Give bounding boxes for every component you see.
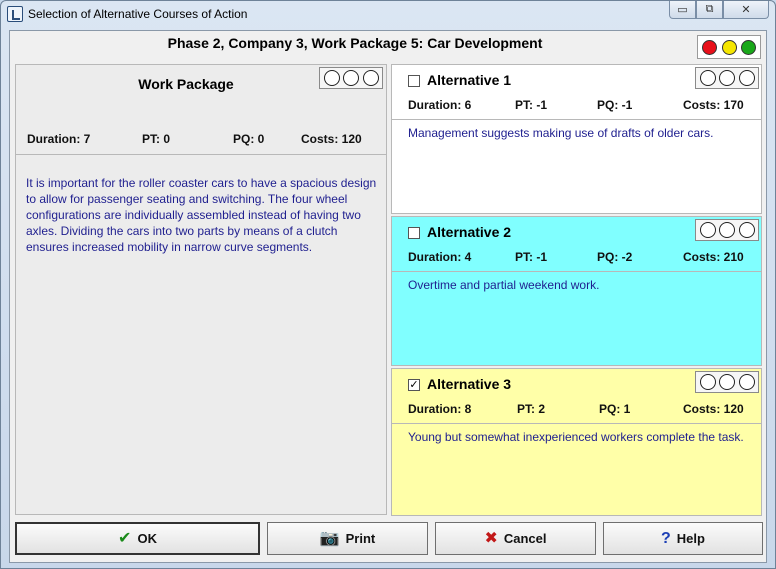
work-package-pq: PQ: 0: [233, 132, 265, 146]
alternative-1-panel[interactable]: Alternative 1 Duration: 6 PT: -1 PQ: -1 …: [391, 64, 762, 214]
alternative-header: ✓ Alternative 3 Duration: 8 PT: 2 PQ: 1 …: [392, 369, 761, 424]
maximize-button[interactable]: ⧉: [696, 1, 723, 19]
alternative-pt: PT: -1: [515, 250, 548, 264]
rating-circle-icon[interactable]: [738, 374, 755, 390]
alternative-description: Young but somewhat inexperienced workers…: [408, 430, 744, 444]
ok-button[interactable]: ✔ OK: [15, 522, 260, 555]
rating-circle-icon[interactable]: [719, 374, 735, 390]
alternative-header: Alternative 1 Duration: 6 PT: -1 PQ: -1 …: [392, 65, 761, 120]
rating-circle-icon[interactable]: [323, 70, 340, 86]
work-package-costs: Costs: 120: [301, 132, 362, 146]
alternative-pt: PT: 2: [517, 402, 546, 416]
alternative-2-panel[interactable]: Alternative 2 Duration: 4 PT: -1 PQ: -2 …: [391, 216, 762, 366]
rating-circle-icon[interactable]: [738, 70, 755, 86]
rating-circle-icon[interactable]: [699, 70, 716, 86]
alternative-3-panel[interactable]: ✓ Alternative 3 Duration: 8 PT: 2 PQ: 1 …: [391, 368, 762, 516]
alternative-title: Alternative 2: [427, 224, 512, 240]
camera-icon: 📷: [319, 529, 340, 547]
print-button[interactable]: 📷 Print: [267, 522, 428, 555]
alternative-pq: PQ: -1: [597, 98, 633, 112]
traffic-light-indicator: [697, 35, 761, 59]
checkmark-icon: ✔: [118, 529, 132, 547]
alternative-title: Alternative 3: [427, 376, 512, 392]
dialog-window: Selection of Alternative Courses of Acti…: [0, 0, 776, 569]
alternative-3-rating[interactable]: [695, 371, 759, 393]
work-package-duration: Duration: 7: [27, 132, 91, 146]
alternative-costs: Costs: 210: [683, 250, 744, 264]
ok-button-label: OK: [137, 531, 157, 546]
alternative-costs: Costs: 120: [683, 402, 744, 416]
cross-icon: ✖: [484, 529, 498, 547]
work-package-pt: PT: 0: [142, 132, 171, 146]
help-button-label: Help: [676, 531, 705, 546]
rating-circle-icon[interactable]: [738, 222, 755, 238]
close-button[interactable]: ✕: [723, 1, 769, 19]
yellow-light-icon: [721, 39, 737, 55]
work-package-header: Work Package Duration: 7 PT: 0 PQ: 0 Cos…: [16, 65, 386, 155]
alternative-1-checkbox[interactable]: [408, 75, 420, 87]
window-title: Selection of Alternative Courses of Acti…: [28, 7, 248, 21]
work-package-rating[interactable]: [319, 67, 383, 89]
alternative-pq: PQ: 1: [599, 402, 631, 416]
restore-icon: ⧉: [705, 3, 714, 15]
cancel-button-label: Cancel: [503, 531, 547, 546]
alternative-duration: Duration: 8: [408, 402, 472, 416]
button-bar: ✔ OK 📷 Print ✖ Cancel ? Help: [10, 519, 768, 563]
alternative-duration: Duration: 6: [408, 98, 472, 112]
title-bar[interactable]: Selection of Alternative Courses of Acti…: [1, 1, 775, 29]
rating-circle-icon[interactable]: [699, 222, 716, 238]
work-package-description: It is important for the roller coaster c…: [26, 176, 377, 254]
alternative-3-checkbox[interactable]: ✓: [408, 379, 420, 391]
minimize-icon: ▭: [677, 4, 688, 16]
rating-circle-icon[interactable]: [699, 374, 716, 390]
alternative-title: Alternative 1: [427, 72, 512, 88]
app-icon: [7, 6, 23, 22]
work-package-panel: Work Package Duration: 7 PT: 0 PQ: 0 Cos…: [15, 64, 387, 515]
red-light-icon: [702, 39, 718, 55]
question-mark-icon: ?: [661, 529, 671, 547]
phase-title: Phase 2, Company 3, Work Package 5: Car …: [167, 35, 543, 51]
alternative-2-rating[interactable]: [695, 219, 759, 241]
alternative-costs: Costs: 170: [683, 98, 744, 112]
help-button[interactable]: ? Help: [603, 522, 763, 555]
alternative-header: Alternative 2 Duration: 4 PT: -1 PQ: -2 …: [392, 217, 761, 272]
dialog-content: Phase 2, Company 3, Work Package 5: Car …: [9, 30, 767, 563]
alternative-pt: PT: -1: [515, 98, 548, 112]
rating-circle-icon[interactable]: [719, 70, 735, 86]
alternative-description: Management suggests making use of drafts…: [408, 126, 714, 140]
rating-circle-icon[interactable]: [719, 222, 735, 238]
alternative-1-rating[interactable]: [695, 67, 759, 89]
rating-circle-icon[interactable]: [343, 70, 359, 86]
close-icon: ✕: [741, 4, 751, 16]
alternative-description: Overtime and partial weekend work.: [408, 278, 600, 292]
cancel-button[interactable]: ✖ Cancel: [435, 522, 596, 555]
window-controls: ▭ ⧉ ✕: [669, 1, 769, 20]
alternative-2-checkbox[interactable]: [408, 227, 420, 239]
print-button-label: Print: [345, 531, 376, 546]
minimize-button[interactable]: ▭: [669, 1, 696, 19]
rating-circle-icon[interactable]: [362, 70, 379, 86]
work-package-title: Work Package: [138, 76, 234, 92]
alternative-duration: Duration: 4: [408, 250, 472, 264]
alternative-pq: PQ: -2: [597, 250, 633, 264]
green-light-icon: [740, 39, 756, 55]
